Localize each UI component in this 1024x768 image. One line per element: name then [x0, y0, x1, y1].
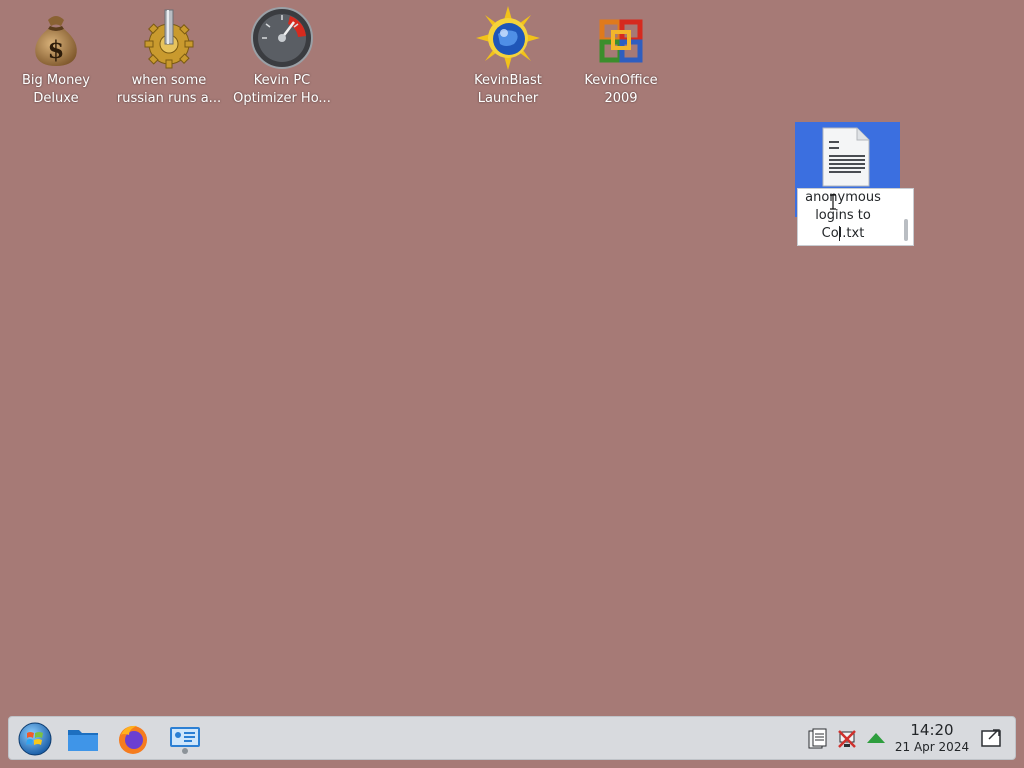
clock[interactable]: 14:20 21 Apr 2024: [889, 721, 975, 755]
ibeam-cursor-icon: [830, 194, 836, 210]
globe-sun-icon: [476, 6, 540, 70]
rename-filename-text: anonymous logins to Col.txt: [805, 190, 881, 241]
desktop-icon-kevinoffice-2009[interactable]: KevinOffice 2009: [565, 0, 677, 108]
text-caret: [839, 226, 840, 241]
desktop-icon-kevinblast-launcher[interactable]: KevinBlast Launcher: [452, 0, 564, 108]
rename-scrollbar[interactable]: [899, 189, 913, 245]
desktop-icon-label: Kevin PC Optimizer Ho...: [233, 73, 331, 106]
desktop-icon-big-money-deluxe[interactable]: $ Big Money Deluxe: [0, 0, 112, 108]
firefox-launcher[interactable]: [115, 721, 151, 757]
updates-tray-button[interactable]: [865, 728, 887, 750]
clipboard-tray-button[interactable]: [806, 728, 828, 750]
show-desktop-button[interactable]: [980, 727, 1002, 749]
desktop[interactable]: $ Big Money Deluxe when some russian run…: [0, 0, 1024, 716]
svg-text:$: $: [48, 35, 65, 64]
text-document-icon: [822, 127, 870, 187]
desktop-icon-label: KevinOffice 2009: [584, 73, 658, 106]
system-settings-launcher[interactable]: [167, 721, 203, 757]
desktop-icon-label: Big Money Deluxe: [21, 73, 90, 106]
rename-scrollbar-thumb[interactable]: [904, 219, 908, 241]
folder-icon: [68, 730, 98, 751]
speedometer-icon: [251, 7, 313, 69]
firefox-icon: [119, 725, 147, 754]
office-logo-icon: [599, 19, 643, 63]
taskbar: 14:20 21 Apr 2024: [8, 716, 1016, 760]
start-menu-button[interactable]: [17, 721, 53, 757]
gear-icon: [144, 9, 194, 69]
desktop-icon-label: when some russian runs a...: [116, 73, 222, 106]
network-tray-button[interactable]: [836, 728, 858, 750]
system-monitor-icon: [170, 727, 200, 754]
money-bag-icon: $: [35, 16, 77, 66]
start-orb-icon: [18, 722, 52, 756]
desktop-icon-kevin-pc-optimizer[interactable]: Kevin PC Optimizer Ho...: [226, 0, 338, 108]
file-manager-launcher[interactable]: [65, 721, 101, 757]
network-disconnected-icon: [838, 730, 856, 748]
clock-date: 21 Apr 2024: [894, 740, 970, 754]
desktop-icon-label: KevinBlast Launcher: [474, 73, 542, 106]
rename-filename-input[interactable]: anonymous logins to Col.txt: [797, 188, 914, 246]
show-desktop-icon: [981, 729, 1001, 747]
clock-time: 14:20: [910, 721, 954, 739]
updates-arrow-icon: [867, 733, 885, 743]
desktop-icon-russian-runs[interactable]: when some russian runs a...: [113, 0, 225, 108]
clipboard-icon: [808, 728, 827, 749]
